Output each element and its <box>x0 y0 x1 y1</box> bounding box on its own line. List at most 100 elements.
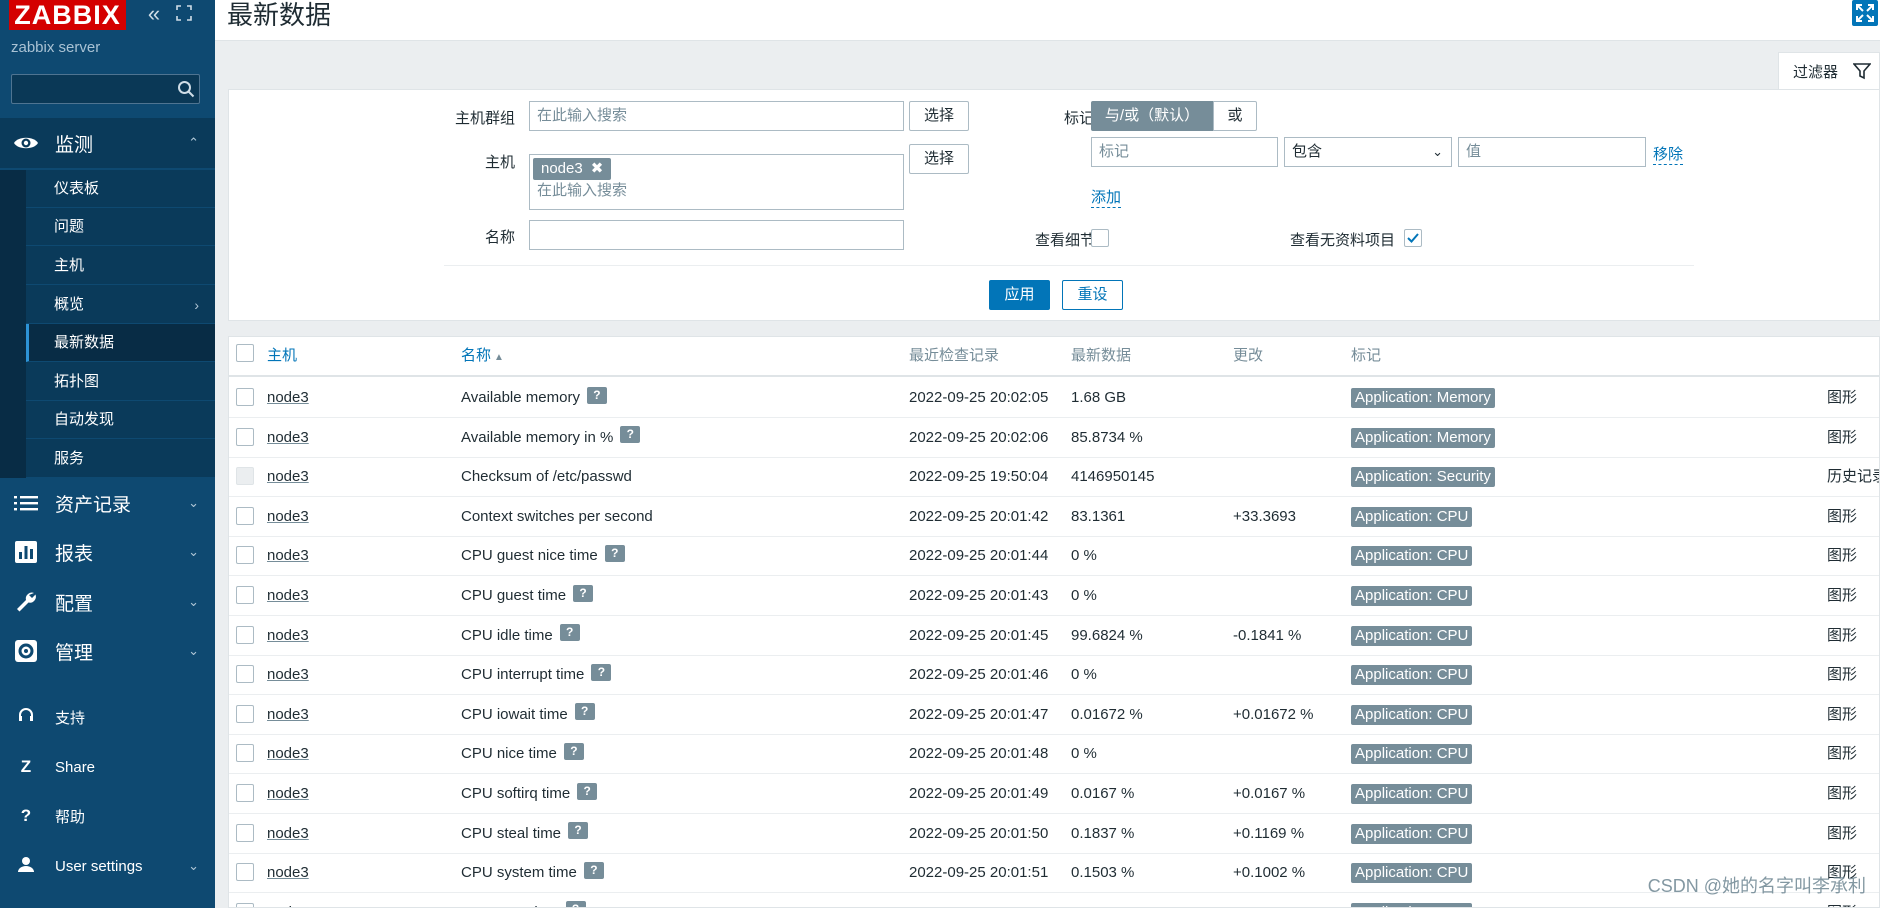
row-checkbox[interactable] <box>236 625 254 644</box>
row-host-link[interactable]: node3 <box>267 457 309 497</box>
tag-remove-link[interactable]: 移除 <box>1653 143 1684 165</box>
help-hint-icon[interactable]: ? <box>577 782 598 800</box>
help-hint-icon[interactable]: ? <box>620 426 641 444</box>
sidebar-item-dashboard[interactable]: 仪表板 <box>26 170 215 208</box>
row-host-link[interactable]: node3 <box>267 774 309 814</box>
tag-badge[interactable]: Application: CPU <box>1351 902 1473 907</box>
row-host-link[interactable]: node3 <box>267 497 309 537</box>
help-hint-icon[interactable]: ? <box>565 901 586 907</box>
host-group-input[interactable]: 在此输入搜索 <box>529 101 904 131</box>
row-host-link[interactable]: node3 <box>267 695 309 735</box>
row-action-link[interactable]: 图形 <box>1827 695 1857 735</box>
sidebar-item-overview[interactable]: 概览 › <box>26 286 215 324</box>
help-hint-icon[interactable]: ? <box>591 663 612 681</box>
row-action-link[interactable]: 图形 <box>1827 655 1857 695</box>
help-hint-icon[interactable]: ? <box>563 742 584 760</box>
tag-badge[interactable]: Application: Memory <box>1351 427 1495 448</box>
show-without-data-checkbox[interactable] <box>1404 229 1422 247</box>
row-checkbox[interactable] <box>236 388 254 406</box>
tag-add-link[interactable]: 添加 <box>1091 186 1122 208</box>
menu-user-settings[interactable]: User settings ⌄ <box>0 846 215 886</box>
help-hint-icon[interactable]: ? <box>574 703 595 721</box>
collapse-sidebar-icon[interactable]: « <box>144 3 164 25</box>
row-checkbox[interactable] <box>236 744 254 763</box>
tag-badge[interactable]: Application: CPU <box>1351 823 1473 844</box>
reset-button[interactable]: 重设 <box>1062 280 1123 310</box>
row-host-link[interactable]: node3 <box>267 853 309 893</box>
tag-badge[interactable]: Application: CPU <box>1351 625 1473 646</box>
help-hint-icon[interactable]: ? <box>559 624 580 642</box>
tag-badge[interactable]: Application: CPU <box>1351 665 1473 686</box>
help-hint-icon[interactable]: ? <box>586 386 607 404</box>
tag-badge[interactable]: Application: CPU <box>1351 506 1473 527</box>
row-action-link[interactable]: 图形 <box>1827 576 1857 616</box>
row-host-link[interactable]: node3 <box>267 814 309 854</box>
row-checkbox[interactable] <box>236 586 254 604</box>
tag-operator-select[interactable]: 包含 ⌄ <box>1284 137 1452 167</box>
name-input[interactable] <box>529 220 904 250</box>
sidebar-search-input[interactable] <box>12 75 172 103</box>
column-header-host[interactable]: 主机 <box>267 337 297 375</box>
tags-and-or-toggle[interactable]: 与/或（默认） <box>1091 101 1213 131</box>
tags-or-toggle[interactable]: 或 <box>1213 101 1257 131</box>
host-multiselect[interactable]: node3 ✖ 在此输入搜索 <box>529 154 904 210</box>
row-action-link[interactable]: 历史记录 <box>1827 457 1879 497</box>
menu-help[interactable]: ? 帮助 <box>0 796 215 836</box>
tag-badge[interactable]: Application: CPU <box>1351 704 1473 725</box>
sidebar-item-services[interactable]: 服务 <box>26 440 215 478</box>
sidebar-item-hosts[interactable]: 主机 <box>26 247 215 285</box>
tag-badge[interactable]: Application: CPU <box>1351 863 1473 884</box>
sidebar-item-discovery[interactable]: 自动发现 <box>26 401 215 439</box>
row-host-link[interactable]: node3 <box>267 378 309 418</box>
tag-badge[interactable]: Application: Security <box>1351 467 1495 488</box>
tag-badge[interactable]: Application: CPU <box>1351 784 1473 804</box>
apply-button[interactable]: 应用 <box>989 280 1050 310</box>
tag-badge[interactable]: Application: CPU <box>1351 744 1473 765</box>
row-host-link[interactable]: node3 <box>267 655 309 695</box>
row-checkbox[interactable] <box>236 823 254 842</box>
help-hint-icon[interactable]: ? <box>568 822 589 840</box>
help-hint-icon[interactable]: ? <box>604 544 625 562</box>
row-checkbox[interactable] <box>236 704 254 723</box>
row-checkbox[interactable] <box>236 546 254 565</box>
row-host-link[interactable]: node3 <box>267 418 309 458</box>
row-checkbox[interactable] <box>236 665 254 684</box>
row-host-link[interactable]: node3 <box>267 734 309 774</box>
row-checkbox[interactable] <box>236 427 254 446</box>
menu-reports[interactable]: 报表 ⌄ <box>0 527 215 577</box>
row-action-link[interactable]: 图形 <box>1827 734 1857 774</box>
host-group-select-button[interactable]: 选择 <box>909 101 969 131</box>
menu-share[interactable]: Z Share <box>0 747 215 787</box>
tag-badge[interactable]: Application: CPU <box>1351 586 1473 606</box>
tag-value-input[interactable]: 值 <box>1458 137 1646 167</box>
menu-inventory[interactable]: 资产记录 ⌄ <box>0 478 215 528</box>
row-action-link[interactable]: 图形 <box>1827 497 1857 537</box>
tag-badge[interactable]: Application: CPU <box>1351 546 1473 567</box>
host-select-button[interactable]: 选择 <box>909 144 969 174</box>
row-checkbox[interactable] <box>236 506 254 525</box>
row-checkbox[interactable] <box>236 784 254 802</box>
sidebar-item-latest-data[interactable]: 最新数据 <box>26 324 215 362</box>
tag-badge[interactable]: Application: Memory <box>1351 388 1495 408</box>
row-checkbox[interactable] <box>236 863 254 882</box>
column-header-name[interactable]: 名称 ▲ <box>461 337 504 375</box>
row-host-link[interactable]: node3 <box>267 576 309 616</box>
sidebar-item-maps[interactable]: 拓扑图 <box>26 363 215 401</box>
help-hint-icon[interactable]: ? <box>583 861 604 879</box>
menu-monitoring[interactable]: 监测 ⌃ <box>0 118 215 168</box>
row-action-link[interactable]: 图形 <box>1827 774 1857 814</box>
menu-configuration[interactable]: 配置 ⌄ <box>0 577 215 627</box>
sidebar-item-problems[interactable]: 问题 <box>26 208 215 246</box>
row-checkbox[interactable] <box>236 902 254 907</box>
filter-tab[interactable]: 过滤器 <box>1778 52 1880 90</box>
menu-support[interactable]: 支持 <box>0 697 215 737</box>
row-host-link[interactable]: node3 <box>267 616 309 656</box>
row-action-link[interactable]: 图形 <box>1827 378 1857 418</box>
row-action-link[interactable]: 图形 <box>1827 814 1857 854</box>
row-action-link[interactable]: 图形 <box>1827 616 1857 656</box>
row-action-link[interactable]: 图形 <box>1827 536 1857 576</box>
help-hint-icon[interactable]: ? <box>573 584 594 602</box>
row-host-link[interactable]: node3 <box>267 893 309 907</box>
zabbix-logo[interactable]: ZABBIX <box>9 0 126 30</box>
remove-chip-icon[interactable]: ✖ <box>591 160 604 177</box>
